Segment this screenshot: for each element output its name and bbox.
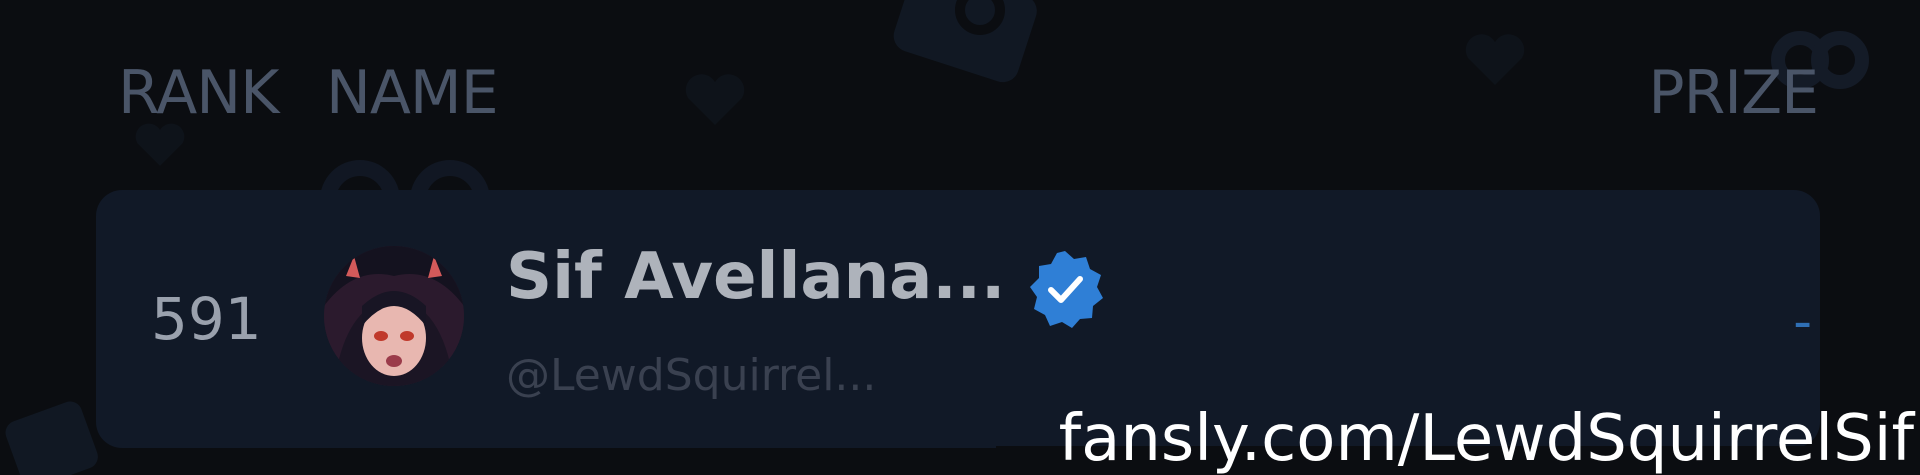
background-lock-icon	[0, 390, 110, 475]
user-handle[interactable]: @LewdSquirrel...	[506, 350, 876, 402]
watermark: fansly.com/LewdSquirrelSif	[1058, 402, 1914, 475]
avatar[interactable]	[324, 246, 464, 386]
display-name[interactable]: Sif Avellana...	[506, 240, 1005, 314]
column-header-prize: PRIZE	[1648, 58, 1819, 128]
verified-badge-icon	[1024, 248, 1106, 330]
leaderboard-page: RANK NAME PRIZE 591 Sif Avellana... @Lew…	[0, 0, 1920, 475]
column-header-rank: RANK	[118, 58, 280, 128]
background-heart-icon	[680, 70, 750, 130]
background-heart-icon	[1460, 30, 1530, 90]
row-prize: -	[1793, 292, 1812, 352]
row-rank: 591	[151, 285, 262, 353]
background-lock-icon	[880, 0, 1060, 90]
column-header-name: NAME	[326, 58, 499, 128]
